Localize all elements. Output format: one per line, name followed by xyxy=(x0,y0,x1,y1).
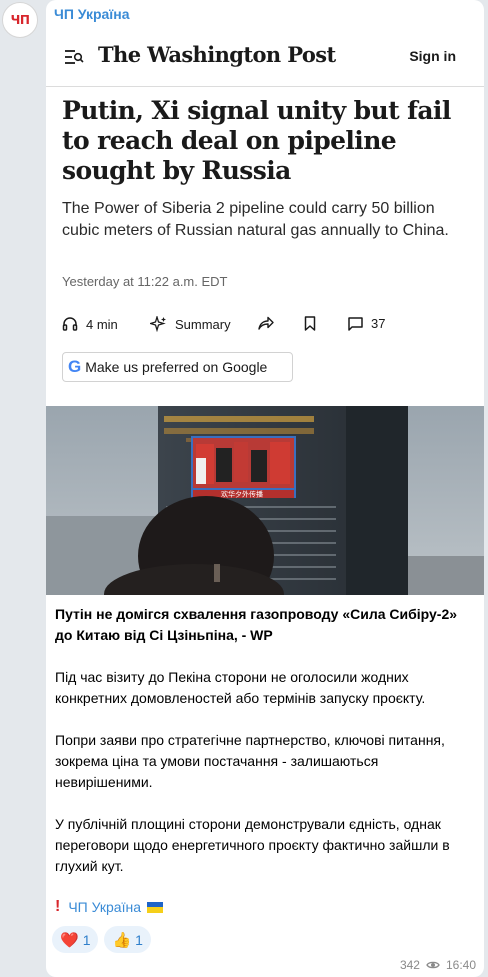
comments-action: 37 xyxy=(348,316,385,331)
wp-header: The Washington Post Sign in xyxy=(46,40,484,76)
post-paragraph: У публічній площині сторони демонструвал… xyxy=(55,816,450,874)
channel-name[interactable]: ЧП Україна xyxy=(54,6,130,22)
reaction-heart[interactable]: ❤️ 1 xyxy=(52,926,99,953)
summary-label: Summary xyxy=(175,316,231,332)
article-timestamp: Yesterday at 11:22 a.m. EDT xyxy=(62,274,228,289)
exclamation-icon: ! xyxy=(55,898,61,915)
heart-emoji-icon: ❤️ xyxy=(60,931,79,949)
thumbs-up-emoji-icon: 👍 xyxy=(112,931,132,949)
article-screenshot[interactable]: The Washington Post Sign in Putin, Xi si… xyxy=(46,30,484,405)
screen-caption: 欢华夕外传播 xyxy=(221,490,263,499)
reaction-count: 1 xyxy=(82,931,91,948)
share-action xyxy=(258,316,274,330)
post-paragraph: Попри заяви про стратегічне партнерство,… xyxy=(55,732,445,790)
message-time: 16:40 xyxy=(445,958,476,972)
eye-icon xyxy=(426,961,440,969)
article-actions: 4 min Summary 37 xyxy=(62,316,472,336)
ukraine-flag-icon xyxy=(146,901,163,913)
wp-logo: The Washington Post xyxy=(98,42,336,67)
sparkle-icon xyxy=(150,316,166,332)
channel-avatar[interactable]: ЧП xyxy=(2,2,38,38)
post-paragraph: Під час візиту до Пекіна сторони не огол… xyxy=(55,669,426,706)
post-title: Путін не домігся схвалення газопроводу «… xyxy=(55,606,458,643)
summary-action: Summary xyxy=(150,316,231,332)
google-g-icon: G xyxy=(68,357,82,376)
view-count: 342 xyxy=(399,958,420,972)
signature-link[interactable]: ЧП Україна xyxy=(68,899,141,915)
header-divider xyxy=(46,86,484,87)
read-time-label: 4 min xyxy=(86,316,118,332)
article-subheadline: The Power of Siberia 2 pipeline could ca… xyxy=(62,200,449,239)
share-arrow-icon xyxy=(258,316,274,330)
article-headline: Putin, Xi signal unity but fail to reach… xyxy=(62,96,451,185)
reactions: ❤️ 1 👍 1 xyxy=(52,926,151,953)
menu-search-icon xyxy=(65,50,84,64)
message-bubble: ЧП Україна The Washington Post Sign in P… xyxy=(46,0,484,977)
reaction-thumbs-up[interactable]: 👍 1 xyxy=(104,926,151,953)
reaction-count: 1 xyxy=(135,931,143,948)
headphones-icon xyxy=(62,317,78,331)
post-text: Путін не домігся схвалення газопроводу «… xyxy=(55,604,473,898)
message-meta: 342 16:40 xyxy=(400,958,476,972)
avatar-text: ЧП xyxy=(10,13,30,27)
google-preferred-button: G Make us preferred on Google xyxy=(62,352,293,382)
article-photo[interactable]: 欢华夕外传播 xyxy=(46,406,484,595)
post-signature[interactable]: ! ЧП Україна xyxy=(55,898,163,916)
google-button-label: Make us preferred on Google xyxy=(85,359,268,375)
comment-count: 37 xyxy=(371,316,386,331)
bookmark-action xyxy=(304,316,316,331)
comment-icon xyxy=(348,316,363,331)
sign-in-link: Sign in xyxy=(409,48,456,64)
bookmark-icon xyxy=(304,316,316,331)
read-time: 4 min xyxy=(62,316,118,332)
